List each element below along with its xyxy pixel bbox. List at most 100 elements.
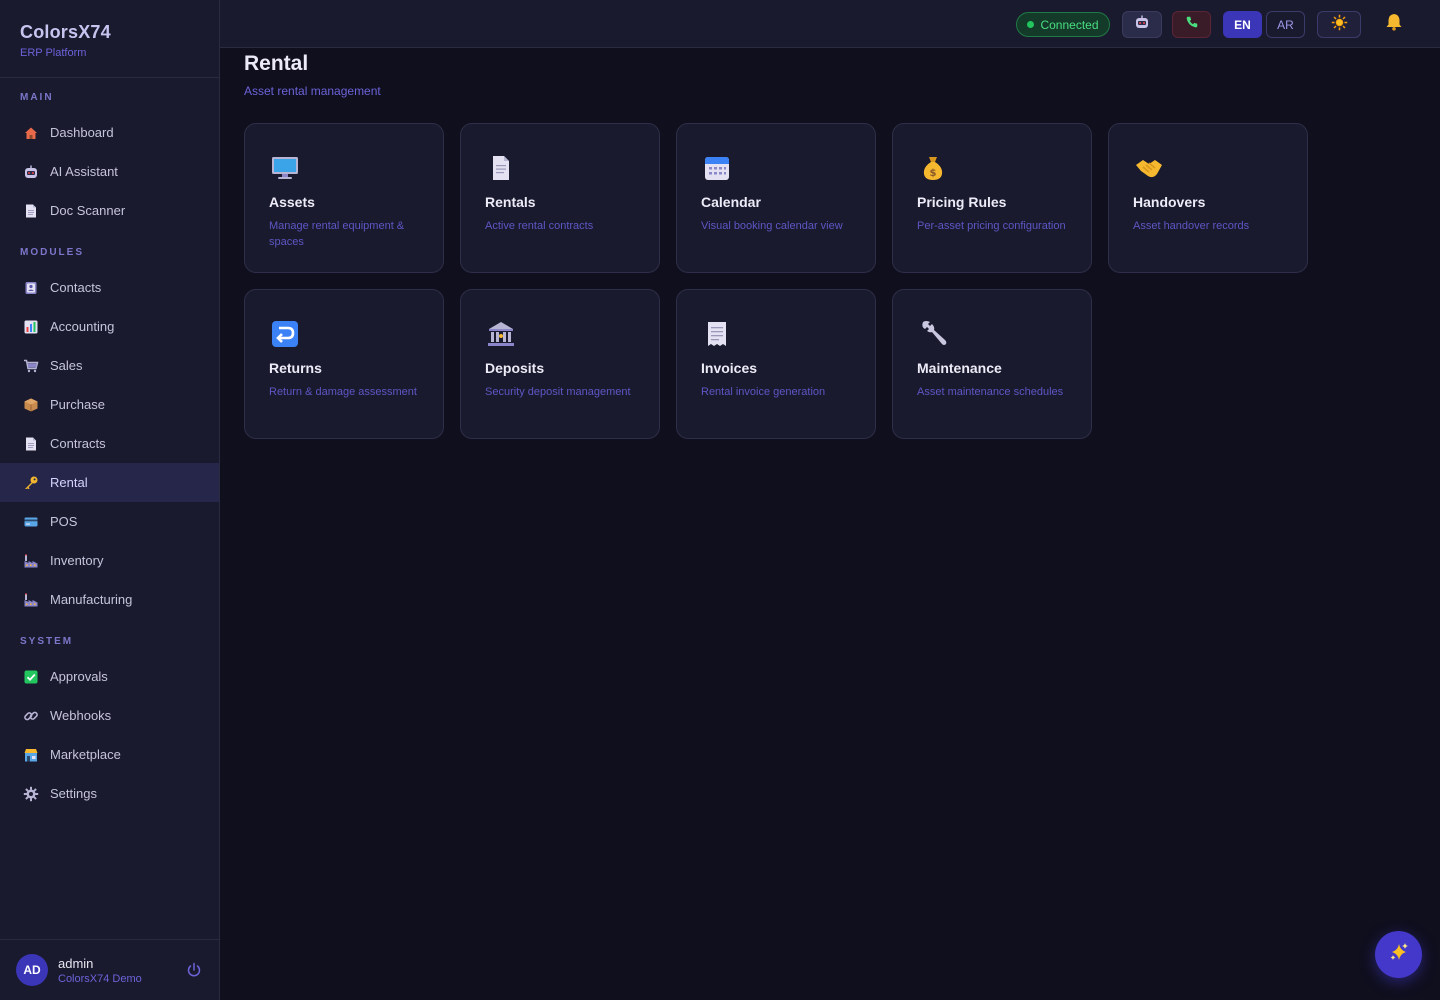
page-subtitle: Asset rental management xyxy=(244,84,381,98)
nav-section-modules: MODULES xyxy=(20,247,84,258)
card-rentals[interactable]: Rentals Active rental contracts xyxy=(460,123,660,273)
sidebar-item-webhooks[interactable]: Webhooks xyxy=(0,696,219,735)
card-pricing-rules[interactable]: $ Pricing Rules Per-asset pricing config… xyxy=(892,123,1092,273)
sidebar-item-dashboard[interactable]: Dashboard xyxy=(0,113,219,152)
nav-section-system: SYSTEM xyxy=(20,636,74,647)
card-title: Rentals xyxy=(485,194,536,210)
sidebar-item-approvals[interactable]: Approvals xyxy=(0,657,219,696)
link-icon xyxy=(22,707,40,725)
user-box: AD admin ColorsX74 Demo xyxy=(0,939,219,1000)
document-icon xyxy=(22,202,40,220)
phone-button[interactable] xyxy=(1172,11,1211,38)
sidebar-item-marketplace[interactable]: Marketplace xyxy=(0,735,219,774)
card-title: Calendar xyxy=(701,194,761,210)
user-info: admin ColorsX74 Demo xyxy=(58,956,185,985)
card-description: Rental invoice generation xyxy=(701,386,826,398)
brand-subtitle: ERP Platform xyxy=(20,47,87,59)
user-name: admin xyxy=(58,955,94,971)
sidebar-item-label: Webhooks xyxy=(50,708,112,723)
sidebar-item-label: Rental xyxy=(50,475,88,490)
connection-status-badge: Connected xyxy=(1016,12,1110,37)
bell-icon xyxy=(1384,12,1404,37)
card-title: Deposits xyxy=(485,360,545,376)
sidebar: ColorsX74 ERP Platform MAIN Dashboard AI… xyxy=(0,0,220,1000)
sidebar-item-contacts[interactable]: Contacts xyxy=(0,268,219,307)
check-icon xyxy=(22,668,40,686)
sidebar-item-accounting[interactable]: Accounting xyxy=(0,307,219,346)
card-handovers[interactable]: Handovers Asset handover records xyxy=(1108,123,1308,273)
notifications-button[interactable] xyxy=(1382,11,1406,38)
gear-icon xyxy=(22,785,40,803)
sidebar-item-label: Contracts xyxy=(50,436,106,451)
sidebar-item-label: Manufacturing xyxy=(50,592,133,607)
sidebar-item-manufacturing[interactable]: Manufacturing xyxy=(0,580,219,619)
key-icon xyxy=(22,474,40,492)
sidebar-item-label: Marketplace xyxy=(50,747,121,762)
language-en-button[interactable]: EN xyxy=(1223,11,1262,38)
credit-card-icon xyxy=(22,513,40,531)
monitor-icon xyxy=(269,152,301,184)
status-label: Connected xyxy=(1040,17,1099,32)
theme-toggle-button[interactable] xyxy=(1317,11,1361,38)
sidebar-item-label: Inventory xyxy=(50,553,104,568)
avatar[interactable]: AD xyxy=(16,954,48,986)
card-title: Returns xyxy=(269,360,322,376)
ai-assistant-button[interactable] xyxy=(1122,11,1162,38)
sidebar-item-label: Contacts xyxy=(50,280,102,295)
sun-icon xyxy=(1331,14,1348,36)
shop-icon xyxy=(22,746,40,764)
sidebar-item-purchase[interactable]: Purchase xyxy=(0,385,219,424)
return-arrow-icon xyxy=(269,318,301,350)
sidebar-item-settings[interactable]: Settings xyxy=(0,774,219,813)
chart-icon xyxy=(22,318,40,336)
sidebar-item-doc-scanner[interactable]: Doc Scanner xyxy=(0,191,219,230)
sidebar-item-ai-assistant[interactable]: AI Assistant xyxy=(0,152,219,191)
document-icon xyxy=(22,435,40,453)
card-assets[interactable]: Assets Manage rental equipment & spaces xyxy=(244,123,444,273)
card-deposits[interactable]: Deposits Security deposit management xyxy=(460,289,660,439)
factory-icon xyxy=(22,552,40,570)
nav-section-main: MAIN xyxy=(20,92,54,103)
brand-title: ColorsX74 xyxy=(20,22,111,42)
card-description: Per-asset pricing configuration xyxy=(917,220,1066,232)
sidebar-item-label: Approvals xyxy=(50,669,108,684)
phone-icon xyxy=(1185,15,1199,34)
card-description: Active rental contracts xyxy=(485,220,594,232)
cart-icon xyxy=(22,357,40,375)
sidebar-item-inventory[interactable]: Inventory xyxy=(0,541,219,580)
money-bag-icon: $ xyxy=(917,152,949,184)
card-maintenance[interactable]: Maintenance Asset maintenance schedules xyxy=(892,289,1092,439)
sidebar-item-sales[interactable]: Sales xyxy=(0,346,219,385)
language-ar-button[interactable]: AR xyxy=(1266,11,1305,38)
package-icon xyxy=(22,396,40,414)
page-title: Rental xyxy=(244,52,309,75)
topbar: Connected EN AR xyxy=(220,0,1440,48)
card-description: Return & damage assessment xyxy=(269,386,417,398)
card-invoices[interactable]: Invoices Rental invoice generation xyxy=(676,289,876,439)
card-description: Asset maintenance schedules xyxy=(917,386,1064,398)
sidebar-item-label: Accounting xyxy=(50,319,115,334)
brand: ColorsX74 ERP Platform xyxy=(0,0,219,78)
sidebar-item-label: POS xyxy=(50,514,78,529)
sidebar-item-label: Purchase xyxy=(50,397,105,412)
power-icon[interactable] xyxy=(185,961,203,979)
card-description: Asset handover records xyxy=(1133,220,1250,232)
card-description: Manage rental equipment & spaces xyxy=(269,220,405,248)
card-returns[interactable]: Returns Return & damage assessment xyxy=(244,289,444,439)
svg-text:$: $ xyxy=(930,168,937,179)
status-dot xyxy=(1027,21,1035,28)
sidebar-item-label: AI Assistant xyxy=(50,164,118,179)
ai-sparkle-button[interactable] xyxy=(1375,931,1422,978)
sidebar-item-contracts[interactable]: Contracts xyxy=(0,424,219,463)
card-title: Handovers xyxy=(1133,194,1206,210)
sidebar-item-pos[interactable]: POS xyxy=(0,502,219,541)
sidebar-item-label: Dashboard xyxy=(50,125,114,140)
contacts-icon xyxy=(22,279,40,297)
robot-icon xyxy=(22,163,40,181)
robot-icon xyxy=(1134,14,1150,35)
card-title: Maintenance xyxy=(917,360,1002,376)
card-calendar[interactable]: Calendar Visual booking calendar view xyxy=(676,123,876,273)
sidebar-item-label: Settings xyxy=(50,786,97,801)
sidebar-item-rental[interactable]: Rental xyxy=(0,463,219,502)
factory-icon xyxy=(22,591,40,609)
